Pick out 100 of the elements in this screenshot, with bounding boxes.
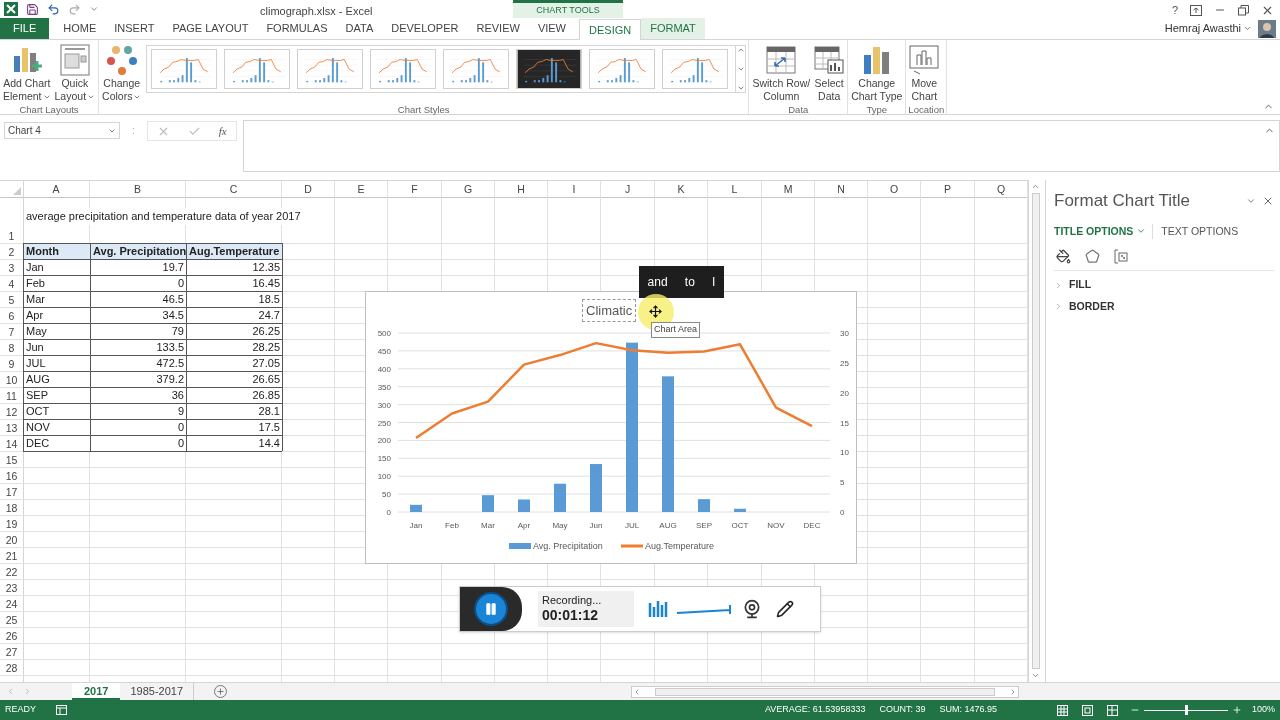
row-header[interactable]: 9 bbox=[0, 356, 23, 371]
row-header[interactable]: 25 bbox=[0, 612, 23, 627]
size-icon[interactable] bbox=[1114, 249, 1128, 265]
sheet-tab[interactable]: 2017 bbox=[72, 683, 121, 700]
chart-style-thumbnail[interactable] bbox=[443, 49, 510, 89]
row-header[interactable]: 20 bbox=[0, 532, 23, 547]
pane-tab[interactable]: TEXT OPTIONS bbox=[1161, 223, 1239, 240]
row-header[interactable]: 4 bbox=[0, 276, 23, 291]
row-header[interactable]: 1 bbox=[0, 198, 23, 243]
table-cell[interactable]: 26.85 bbox=[187, 387, 283, 403]
ribbon-tab[interactable]: FORMAT bbox=[641, 18, 705, 39]
restore-icon[interactable] bbox=[1238, 4, 1249, 16]
table-cell[interactable]: Aug.Temperature bbox=[187, 243, 283, 259]
insert-function-button[interactable]: fx bbox=[218, 122, 227, 140]
ribbon-tab[interactable]: INSERT bbox=[105, 18, 164, 39]
zoom-in-icon[interactable] bbox=[1231, 705, 1242, 715]
undo-icon[interactable] bbox=[47, 2, 60, 16]
ribbon-tab[interactable]: FILE bbox=[0, 18, 50, 39]
ribbon-button[interactable]: Change Colors bbox=[101, 43, 143, 103]
table-cell[interactable]: 0 bbox=[91, 275, 187, 291]
row-header[interactable]: 19 bbox=[0, 516, 23, 531]
macro-record-icon[interactable] bbox=[56, 705, 67, 715]
webcam-icon[interactable] bbox=[742, 599, 762, 619]
ribbon-button[interactable]: Quick Layout bbox=[53, 43, 97, 103]
audio-bars-icon[interactable] bbox=[648, 599, 668, 619]
row-header[interactable]: 11 bbox=[0, 388, 23, 403]
volume-line-icon[interactable] bbox=[676, 603, 732, 615]
ribbon-tab[interactable]: HOME bbox=[54, 18, 106, 39]
chart-style-thumbnail[interactable] bbox=[589, 49, 656, 89]
column-header[interactable]: H bbox=[495, 181, 547, 197]
row-header[interactable]: 26 bbox=[0, 628, 23, 643]
horizontal-scrollbar[interactable] bbox=[631, 685, 1020, 698]
page-layout-view-icon[interactable] bbox=[1081, 704, 1093, 716]
table-cell[interactable]: 26.25 bbox=[187, 323, 283, 339]
scroll-up-icon[interactable] bbox=[736, 46, 745, 54]
normal-view-icon[interactable] bbox=[1056, 704, 1068, 716]
pane-section[interactable]: FILL bbox=[1054, 277, 1092, 293]
table-cell[interactable]: Jun bbox=[23, 339, 91, 355]
column-header[interactable]: Q bbox=[975, 181, 1027, 197]
table-cell[interactable]: 28.25 bbox=[187, 339, 283, 355]
ribbon-button[interactable]: Change Chart Type bbox=[850, 43, 904, 103]
row-header[interactable]: 12 bbox=[0, 404, 23, 419]
column-header[interactable]: P bbox=[921, 181, 974, 197]
column-header[interactable]: F bbox=[388, 181, 441, 197]
column-header[interactable]: N bbox=[815, 181, 867, 197]
table-cell[interactable]: OCT bbox=[23, 403, 91, 419]
table-cell[interactable]: JUL bbox=[23, 355, 91, 371]
pentagon-icon[interactable] bbox=[1085, 249, 1100, 265]
table-cell[interactable]: Mar bbox=[23, 291, 91, 307]
row-header[interactable]: 15 bbox=[0, 452, 23, 467]
table-cell[interactable]: Jan bbox=[23, 259, 91, 275]
table-cell[interactable]: 0 bbox=[91, 435, 187, 451]
table-cell[interactable]: Feb bbox=[23, 275, 91, 291]
chart-style-thumbnail[interactable] bbox=[662, 49, 729, 89]
column-header[interactable]: G bbox=[442, 181, 494, 197]
table-cell[interactable]: May bbox=[23, 323, 91, 339]
row-header[interactable]: 10 bbox=[0, 372, 23, 387]
ribbon-tab[interactable]: PAGE LAYOUT bbox=[163, 18, 258, 39]
table-cell[interactable]: 18.5 bbox=[187, 291, 283, 307]
avatar-icon[interactable] bbox=[1258, 19, 1276, 38]
table-cell[interactable]: DEC bbox=[23, 435, 91, 451]
row-header[interactable]: 28 bbox=[0, 660, 23, 675]
column-header[interactable]: C bbox=[186, 181, 281, 197]
row-header[interactable]: 8 bbox=[0, 340, 23, 355]
column-header[interactable]: D bbox=[282, 181, 334, 197]
page-break-view-icon[interactable] bbox=[1106, 704, 1118, 716]
ribbon-tab[interactable]: DEVELOPER bbox=[382, 18, 468, 39]
table-cell[interactable]: 0 bbox=[91, 419, 187, 435]
ribbon-tab[interactable]: DESIGN bbox=[579, 19, 642, 40]
table-cell[interactable]: 34.5 bbox=[91, 307, 187, 323]
table-cell[interactable]: Apr bbox=[23, 307, 91, 323]
row-header[interactable]: 3 bbox=[0, 260, 23, 275]
ribbon-tab[interactable]: REVIEW bbox=[467, 18, 529, 39]
zoom-level[interactable]: 100% bbox=[1251, 703, 1275, 717]
table-cell[interactable]: 12.35 bbox=[187, 259, 283, 275]
row-header[interactable]: 14 bbox=[0, 436, 23, 451]
customize-caret-icon[interactable] bbox=[89, 4, 99, 14]
column-header[interactable]: J bbox=[601, 181, 654, 197]
table-cell[interactable]: SEP bbox=[23, 387, 91, 403]
column-header[interactable]: L bbox=[708, 181, 761, 197]
chart-style-thumbnail[interactable] bbox=[151, 49, 218, 89]
row-header[interactable]: 16 bbox=[0, 468, 23, 483]
column-header[interactable]: M bbox=[762, 181, 814, 197]
column-header[interactable]: O bbox=[868, 181, 920, 197]
table-cell[interactable]: Month bbox=[23, 243, 91, 259]
scroll-thumb[interactable] bbox=[1031, 193, 1040, 669]
pause-button[interactable] bbox=[474, 592, 508, 626]
table-cell[interactable]: 28.1 bbox=[187, 403, 283, 419]
row-header[interactable]: 7 bbox=[0, 324, 23, 339]
fill-icon[interactable] bbox=[1056, 249, 1071, 265]
column-header[interactable]: B bbox=[90, 181, 185, 197]
row-header[interactable]: 21 bbox=[0, 548, 23, 563]
row-header[interactable]: 24 bbox=[0, 596, 23, 611]
table-cell[interactable]: 27.05 bbox=[187, 355, 283, 371]
table-cell[interactable]: 24.7 bbox=[187, 307, 283, 323]
app-logo-icon[interactable] bbox=[4, 2, 18, 16]
table-cell[interactable]: 9 bbox=[91, 403, 187, 419]
ribbon-button[interactable]: Switch Row/ Column bbox=[751, 43, 812, 103]
table-cell[interactable]: 17.5 bbox=[187, 419, 283, 435]
scroll-up-icon[interactable] bbox=[1031, 182, 1040, 191]
